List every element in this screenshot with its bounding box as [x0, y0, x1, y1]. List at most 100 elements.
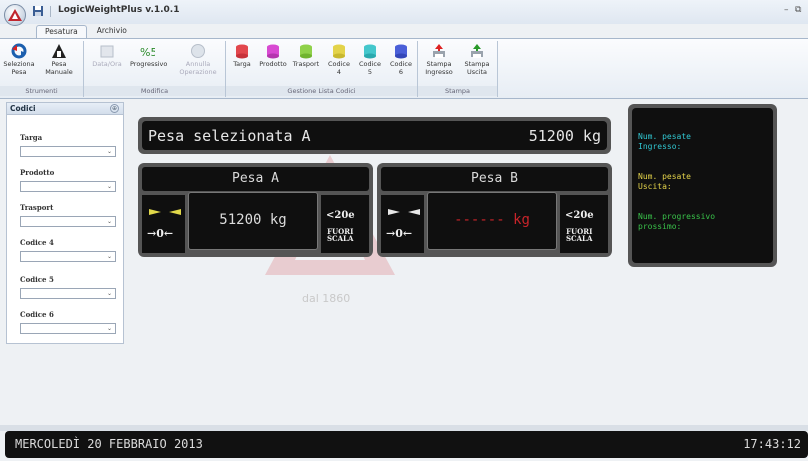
- stat-ingresso-value: 0: [801, 142, 808, 152]
- fuori-line2: SCALA: [327, 234, 354, 243]
- codici-panel-title: Codici: [10, 104, 36, 113]
- ribbon-group-strumenti: Seleziona Pesa Pesa Manuale Strumenti: [0, 41, 84, 97]
- chevron-down-icon: ⌄: [106, 290, 112, 297]
- swap-arrows-icon: [11, 43, 27, 59]
- scale-a-left-indicators: →0←: [142, 195, 185, 253]
- scale-a-reading: 51200 kg: [219, 212, 287, 228]
- chevron-down-icon: ⌄: [106, 325, 112, 332]
- restore-button[interactable]: ⧉: [795, 5, 801, 15]
- stat-uscita: Num. pesate Uscita: 6: [638, 172, 691, 192]
- manual-weigh-icon: [52, 44, 66, 58]
- codice5-button[interactable]: Codice 5: [356, 41, 384, 83]
- progressivo-line1: Progressivo: [130, 60, 168, 68]
- codice6-dropdown[interactable]: ⌄: [20, 323, 116, 334]
- ribbon-group-gestione-codici: Targa Prodotto Trasport Codice 4 Codice …: [226, 41, 418, 97]
- chevron-down-icon: ⌄: [106, 218, 112, 225]
- codici-panel: Codici ⊕ Targa ⌄ Prodotto ⌄ Trasport ⌄ C…: [6, 102, 124, 344]
- pin-icon[interactable]: ⊕: [110, 104, 119, 113]
- data-ora-line1: Data/Ora: [92, 60, 122, 68]
- scale-a-name: Pesa A: [142, 167, 369, 191]
- field-label-trasport: Trasport: [20, 203, 54, 212]
- selected-scale-display: Pesa selezionata A 51200 kg: [138, 117, 611, 154]
- save-icon[interactable]: [32, 5, 44, 17]
- seleziona-pesa-line2: Pesa: [11, 67, 27, 76]
- cancel-icon: [191, 44, 205, 58]
- data-ora-button[interactable]: Data/Ora: [90, 41, 124, 83]
- fuori-line2: SCALA: [566, 234, 593, 243]
- selected-scale-lcd: Pesa selezionata A 51200 kg: [142, 121, 607, 150]
- chevron-down-icon: ⌄: [106, 253, 112, 260]
- database-yellow-icon: [333, 44, 345, 59]
- app-menu-button[interactable]: [4, 4, 26, 26]
- stability-indicator-icon: [149, 209, 181, 215]
- status-bar: MERCOLEDÌ 20 FEBBRAIO 2013 17:43:12: [5, 431, 808, 458]
- pesa-manuale-button[interactable]: Pesa Manuale: [42, 41, 76, 83]
- database-blue-icon: [395, 44, 407, 59]
- scale-b-zero-indicator: →0←: [386, 227, 413, 240]
- scale-a-right-indicators: <20e FUORI SCALA: [321, 195, 369, 253]
- codice4-line2: 4: [336, 67, 342, 76]
- print-out-icon: [471, 44, 483, 58]
- scale-a-under-20e: <20e: [326, 210, 355, 221]
- tab-pesatura[interactable]: Pesatura: [36, 25, 87, 39]
- codici-panel-header: Codici ⊕: [7, 103, 123, 115]
- scale-b-reading-box: ------ kg: [427, 192, 557, 250]
- stat-progressivo-label1: Num. progressivo: [638, 212, 716, 221]
- scale-a-reading-box: 51200 kg: [188, 192, 318, 250]
- codice6-button[interactable]: Codice 6: [387, 41, 415, 83]
- tab-archivio[interactable]: Archivio: [89, 25, 135, 39]
- ribbon-group-modifica: Data/Ora %5 Progressivo Annulla Operazio…: [84, 41, 226, 97]
- annulla-operazione-button[interactable]: Annulla Operazione: [178, 41, 218, 83]
- minimize-button[interactable]: –: [784, 5, 789, 15]
- stat-progressivo: Num. progressivo prossimo: 27: [638, 212, 715, 232]
- prodotto-dropdown[interactable]: ⌄: [20, 181, 116, 192]
- trasport-code-button[interactable]: Trasport: [291, 41, 321, 83]
- watermark-text: dal 1860: [302, 292, 351, 305]
- status-time: 17:43:12: [743, 437, 801, 451]
- targa-dropdown[interactable]: ⌄: [20, 146, 116, 157]
- scale-b-right-indicators: <20e FUORI SCALA: [560, 195, 608, 253]
- stat-ingresso-label2: Ingresso:: [638, 142, 682, 151]
- seleziona-pesa-button[interactable]: Seleziona Pesa: [2, 41, 36, 83]
- targa-code-line1: Targa: [233, 60, 251, 68]
- codice5-dropdown[interactable]: ⌄: [20, 288, 116, 299]
- field-prodotto: Prodotto ⌄: [20, 168, 116, 192]
- stat-progressivo-label2: prossimo:: [638, 222, 682, 231]
- status-date: MERCOLEDÌ 20 FEBBRAIO 2013: [15, 437, 203, 451]
- scale-a-panel[interactable]: Pesa A →0← 51200 kg <20e FUORI SCALA: [138, 163, 373, 257]
- field-label-codice4: Codice 4: [20, 238, 54, 247]
- scale-b-under-20e: <20e: [565, 210, 594, 221]
- field-label-targa: Targa: [20, 133, 43, 142]
- title-bar: LogicWeightPlus v.1.0.1 – ⧉: [0, 0, 808, 26]
- chevron-down-icon: ⌄: [106, 148, 112, 155]
- svg-text:%5: %5: [140, 46, 155, 59]
- trasport-code-line1: Trasport: [292, 60, 320, 68]
- pesa-manuale-line2: Manuale: [45, 67, 73, 76]
- field-codice4: Codice 4 ⌄: [20, 238, 116, 262]
- calendar-icon: [100, 45, 114, 58]
- database-green-icon: [300, 44, 312, 59]
- trasport-dropdown[interactable]: ⌄: [20, 216, 116, 227]
- annulla-line2: Operazione: [179, 67, 217, 76]
- database-cyan-icon: [364, 44, 376, 59]
- stampa-ingresso-line2: Ingresso: [425, 67, 453, 76]
- stampa-uscita-line2: Uscita: [466, 67, 488, 76]
- counter-icon: %5: [140, 46, 155, 59]
- codice4-dropdown[interactable]: ⌄: [20, 251, 116, 262]
- window-title: LogicWeightPlus v.1.0.1: [58, 5, 180, 15]
- progressivo-button[interactable]: %5 Progressivo: [130, 41, 168, 83]
- scale-a-zero-indicator: →0←: [147, 227, 174, 240]
- group-label-gestione-codici: Gestione Lista Codici: [226, 86, 417, 96]
- prodotto-code-line1: Prodotto: [259, 60, 287, 68]
- field-trasport: Trasport ⌄: [20, 203, 116, 227]
- prodotto-code-button[interactable]: Prodotto: [258, 41, 288, 83]
- targa-code-button[interactable]: Targa: [228, 41, 256, 83]
- codice4-button[interactable]: Codice 4: [325, 41, 353, 83]
- stampa-ingresso-button[interactable]: Stampa Ingresso: [422, 41, 456, 83]
- scale-a-out-of-range: FUORI SCALA: [327, 228, 353, 242]
- scale-b-panel[interactable]: Pesa B →0← ------ kg <20e FUORI SCALA: [377, 163, 612, 257]
- field-codice6: Codice 6 ⌄: [20, 310, 116, 334]
- stat-ingresso: Num. pesate Ingresso: 0: [638, 132, 691, 152]
- stampa-uscita-button[interactable]: Stampa Uscita: [460, 41, 494, 83]
- scale-b-left-indicators: →0←: [381, 195, 424, 253]
